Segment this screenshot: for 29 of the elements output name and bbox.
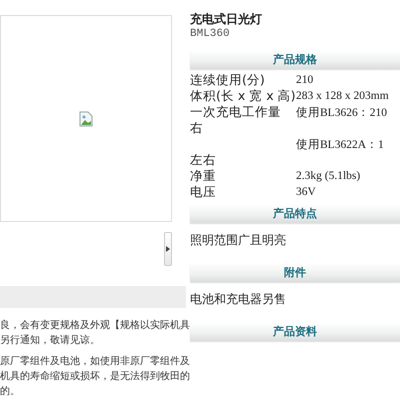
spec-value: 283 x 128 x 203mm <box>296 90 389 102</box>
spec-value: 36V <box>296 186 316 198</box>
model-number: BML360 <box>190 27 231 41</box>
arrow-icon <box>166 246 170 252</box>
spec-label: 一次充电工作量 <box>190 104 281 118</box>
spec-label: 体积(长 x 宽 x 高) <box>190 88 296 102</box>
section-title: 产品特点 <box>273 206 317 221</box>
section-title: 产品资料 <box>273 324 317 339</box>
spec-label: 净重 <box>190 168 216 182</box>
section-title: 附件 <box>284 265 306 280</box>
section-text: 照明范围广且明亮 <box>190 232 287 249</box>
product-title: 充电式日光灯 <box>190 12 263 27</box>
section-title: 产品规格 <box>273 52 317 67</box>
spec-label: 连续使用(分) <box>190 72 265 86</box>
scroll-right-button[interactable] <box>164 232 172 266</box>
notice-text: 另行通知，敬请见谅。 <box>0 334 101 348</box>
spec-label: 左右 <box>190 152 216 166</box>
spec-value: 210 <box>296 74 314 86</box>
spec-label: 电压 <box>190 184 216 198</box>
notice-text: 的。 <box>0 385 21 399</box>
spec-value: 使用BL3626：210 <box>296 106 387 118</box>
notice-text: 原厂零组件及电池，如使用非原厂零组件及 <box>0 354 190 369</box>
spec-label: 右 <box>190 120 203 134</box>
notice-text: 机具的寿命缩短或损坏，是无法得到牧田的 <box>0 370 190 384</box>
spec-value: 2.3kg (5.1lbs) <box>296 170 360 182</box>
notice-text: 良，会有变更规格及外观【规格以实际机具 <box>0 318 190 333</box>
section-text: 电池和充电器另售 <box>190 291 287 308</box>
spec-value: 使用BL3622A：1 <box>296 138 384 150</box>
broken-image-icon <box>78 110 94 126</box>
